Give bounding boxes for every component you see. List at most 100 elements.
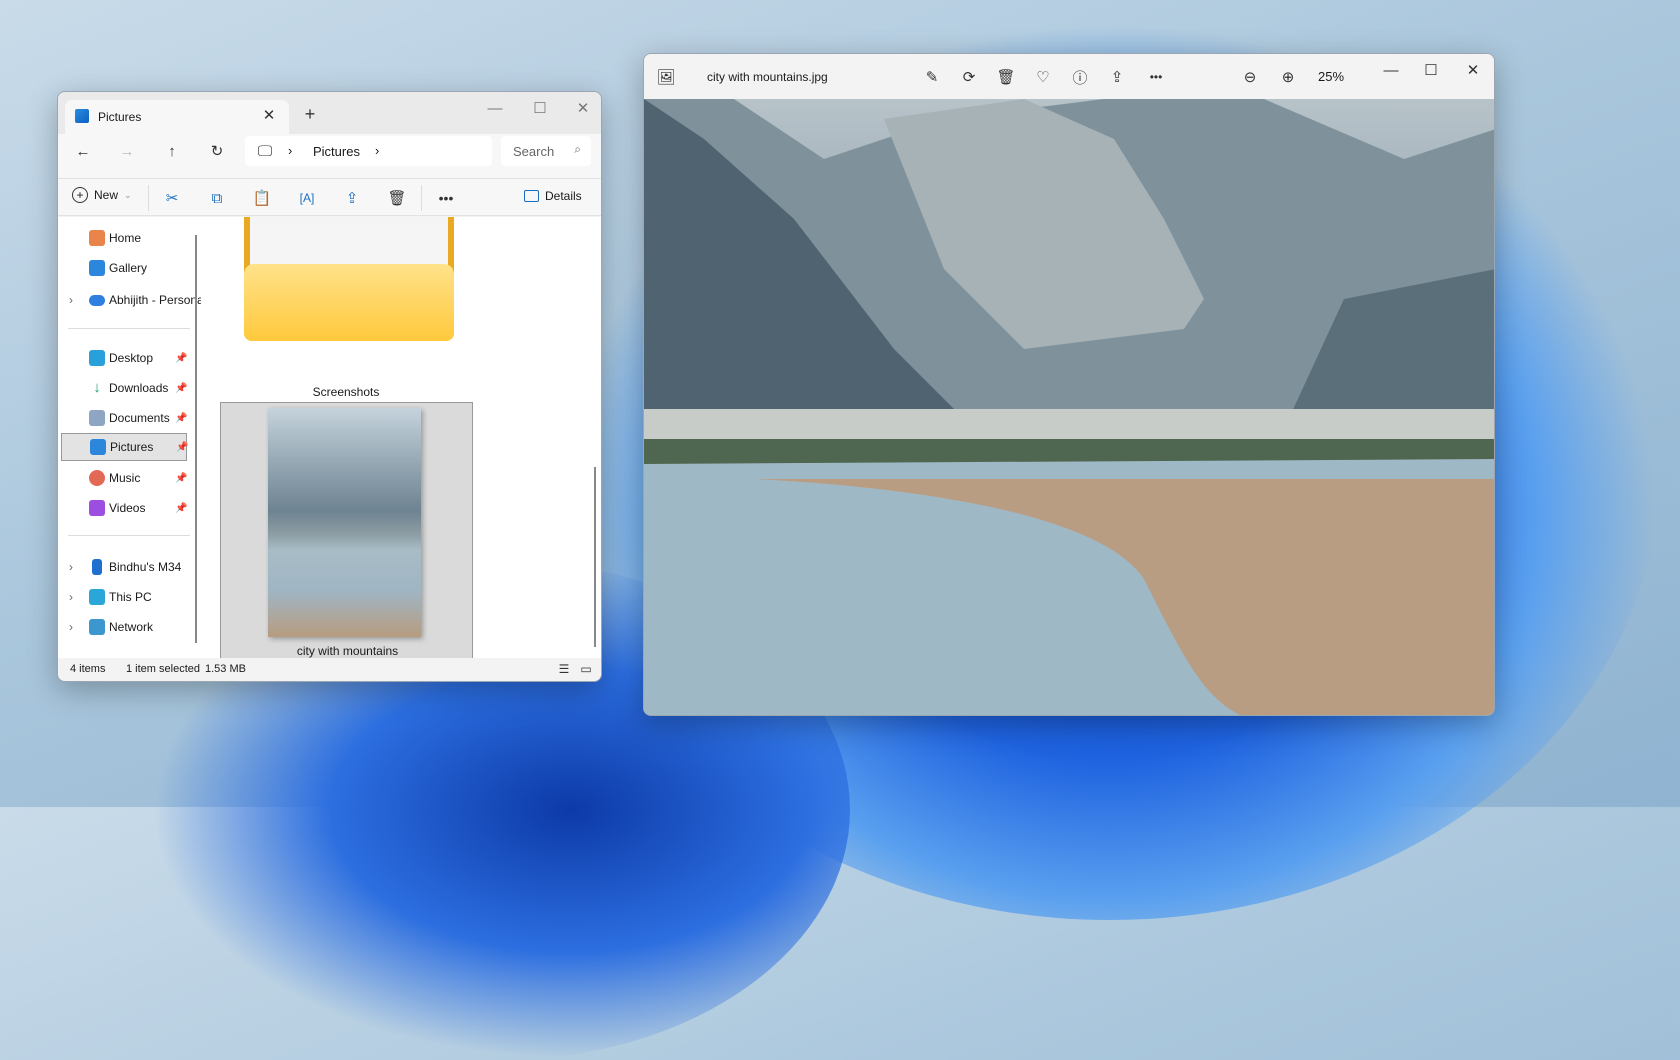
onedrive-icon (89, 295, 105, 306)
tiles-view-icon[interactable]: ▭ (578, 660, 594, 678)
music-icon (89, 470, 105, 486)
tab-bar: Pictures ✕ + — ☐ ✕ (58, 92, 601, 134)
more-options-icon[interactable]: ••• (434, 188, 458, 208)
image-thumbnail (268, 408, 421, 637)
share-icon[interactable]: ⇪ (1107, 67, 1127, 87)
pin-icon[interactable]: 📌 (175, 413, 187, 424)
sidebar-item-pictures[interactable]: Pictures📌 (61, 433, 187, 461)
computer-icon (89, 589, 105, 605)
refresh-button[interactable]: ↻ (206, 140, 228, 162)
chevron-right-icon: › (69, 620, 73, 634)
command-bar: + New ⌄ ✂ ⧉ 📋 [A] ⇪ 🗑 ••• Details (58, 178, 601, 216)
item-label: city with mountains (221, 644, 474, 658)
file-name: city with mountains.jpg (707, 70, 828, 84)
info-icon[interactable]: ⓘ (1070, 67, 1090, 87)
sidebar-scrollbar[interactable] (195, 235, 197, 643)
search-input[interactable]: Search⌕ (501, 136, 591, 166)
file-item-city-with-mountains[interactable]: city with mountains (220, 402, 473, 660)
sidebar-label: Videos (109, 501, 145, 515)
close-window-button[interactable]: ✕ (571, 96, 595, 120)
new-label: New (94, 188, 118, 202)
sidebar-item-downloads[interactable]: ↓Downloads📌 (61, 374, 187, 402)
cut-icon[interactable]: ✂ (162, 188, 182, 208)
phone-icon (92, 559, 102, 575)
search-placeholder: Search (513, 144, 554, 159)
sidebar-label: Music (109, 471, 140, 485)
item-count: 4 items (70, 663, 105, 675)
tab-pictures[interactable]: Pictures ✕ (65, 100, 289, 134)
close-tab-icon[interactable]: ✕ (259, 105, 279, 125)
delete-icon[interactable]: 🗑 (387, 188, 407, 208)
sidebar-item-phone[interactable]: › Bindhu's M34 (61, 553, 187, 581)
chevron-right-icon: › (375, 143, 379, 158)
plus-circle-icon: + (72, 187, 88, 203)
sidebar-label: Gallery (109, 261, 147, 275)
sidebar-item-documents[interactable]: Documents 📌 (61, 404, 187, 432)
paste-icon[interactable]: 📋 (252, 188, 272, 208)
back-button[interactable]: ← (72, 140, 94, 162)
zoom-in-icon[interactable]: ⊕ (1278, 67, 1298, 87)
delete-icon[interactable]: 🗑 (996, 67, 1016, 87)
new-tab-button[interactable]: + (300, 104, 320, 124)
sidebar-item-desktop[interactable]: Desktop 📌 (61, 344, 187, 372)
maximize-button[interactable]: ☐ (1421, 60, 1441, 80)
minimize-button[interactable]: — (1381, 60, 1401, 80)
close-window-button[interactable]: ✕ (1463, 60, 1483, 80)
more-options-icon[interactable]: ••• (1144, 67, 1168, 87)
videos-icon (89, 500, 105, 516)
photos-toolbar: 🖼 city with mountains.jpg ✎ ⟳ 🗑 ♡ ⓘ ⇪ ••… (644, 54, 1494, 99)
landscape-photo (644, 99, 1494, 715)
sidebar-label: Bindhu's M34 (109, 560, 181, 574)
photo-viewer-image[interactable] (644, 99, 1494, 715)
minimize-button[interactable]: — (483, 96, 507, 120)
sidebar-item-gallery[interactable]: Gallery (61, 254, 187, 282)
details-view-icon[interactable]: ☰ (556, 660, 572, 678)
content-scrollbar[interactable] (594, 467, 596, 647)
sidebar-label: Home (109, 231, 141, 245)
up-button[interactable]: ↑ (161, 140, 183, 162)
pin-icon[interactable]: 📌 (175, 353, 187, 364)
pin-icon[interactable]: 📌 (175, 383, 187, 394)
desktop-icon (89, 350, 105, 366)
new-button[interactable]: + New ⌄ (72, 187, 132, 203)
pin-icon[interactable]: 📌 (175, 503, 187, 514)
copy-icon[interactable]: ⧉ (207, 188, 227, 208)
folder-item-screenshots[interactable]: Screenshots (220, 217, 472, 399)
file-list: Screenshots city with mountains (204, 217, 601, 661)
favorite-icon[interactable]: ♡ (1033, 67, 1053, 87)
sidebar-item-videos[interactable]: Videos 📌 (61, 494, 187, 522)
sidebar-item-music[interactable]: Music 📌 (61, 464, 187, 492)
address-bar[interactable]: 🖵 › Pictures › (245, 136, 492, 166)
rename-icon[interactable]: [A] (297, 188, 317, 208)
maximize-button[interactable]: ☐ (528, 96, 552, 120)
status-bar: 4 items 1 item selected 1.53 MB ☰ ▭ (58, 658, 601, 681)
details-label: Details (545, 189, 582, 203)
divider (68, 328, 190, 329)
forward-button[interactable]: → (116, 140, 138, 162)
zoom-level: 25% (1318, 69, 1344, 84)
breadcrumb-pictures[interactable]: Pictures (313, 144, 360, 159)
folder-icon (244, 217, 454, 341)
rotate-icon[interactable]: ⟳ (959, 67, 979, 87)
sidebar-item-home[interactable]: Home (61, 224, 187, 252)
sidebar-item-this-pc[interactable]: › This PC (61, 583, 187, 611)
sidebar-item-onedrive[interactable]: ›Abhijith - Personal (61, 286, 201, 314)
zoom-out-icon[interactable]: ⊖ (1240, 67, 1260, 87)
sidebar-item-network[interactable]: ›Network (61, 613, 187, 641)
share-icon[interactable]: ⇪ (342, 188, 362, 208)
sidebar-label: This PC (109, 590, 152, 604)
chevron-down-icon: ⌄ (124, 190, 132, 201)
chevron-right-icon: › (69, 560, 73, 574)
edit-image-icon[interactable]: ✎ (922, 67, 942, 87)
pictures-icon (75, 109, 89, 123)
chevron-right-icon: › (69, 590, 73, 604)
gallery-icon[interactable]: 🖼 (656, 67, 676, 87)
sidebar-label: Desktop (109, 351, 153, 365)
details-button[interactable]: Details (524, 189, 582, 203)
pin-icon[interactable]: 📌 (175, 473, 187, 484)
navigation-bar: ← → ↑ ↻ 🖵 › Pictures › Search⌕ (58, 134, 601, 178)
sidebar-label: Documents (109, 411, 170, 425)
home-icon (89, 230, 105, 246)
pin-icon[interactable]: 📌 (176, 442, 188, 453)
photos-window: 🖼 city with mountains.jpg ✎ ⟳ 🗑 ♡ ⓘ ⇪ ••… (643, 53, 1495, 716)
